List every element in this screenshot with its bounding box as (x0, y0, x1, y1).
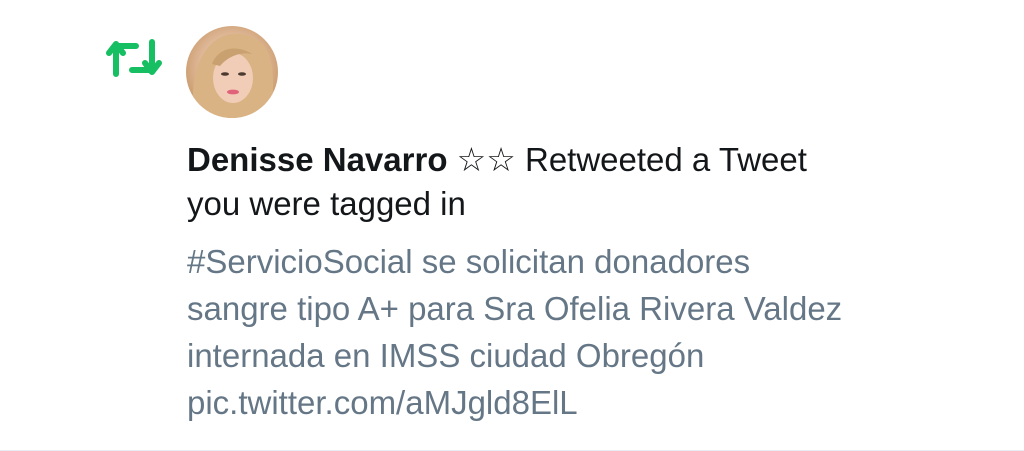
user-badge: ☆☆ (456, 141, 516, 178)
tweet-link[interactable]: pic.twitter.com/aMJgld8ElL (187, 379, 987, 426)
notification-content: Denisse Navarro ☆☆ Retweeted a Tweet you… (187, 138, 987, 426)
action-text-continued: you were tagged in (187, 185, 466, 222)
tweet-text-line: #ServicioSocial se solicitan donadores (187, 243, 751, 280)
retweet-notification[interactable]: Denisse Navarro ☆☆ Retweeted a Tweet you… (0, 0, 1024, 451)
tweet-text-line: internada en IMSS ciudad Obregón (187, 337, 705, 374)
tweet-text-line: sangre tipo A+ para Sra Ofelia Rivera Va… (187, 290, 843, 327)
user-name[interactable]: Denisse Navarro (187, 141, 447, 178)
avatar[interactable] (186, 26, 278, 118)
tweet-text[interactable]: #ServicioSocial se solicitan donadores s… (187, 238, 987, 426)
notification-headline: Denisse Navarro ☆☆ Retweeted a Tweet you… (187, 138, 987, 226)
action-text: Retweeted a Tweet (525, 141, 807, 178)
retweet-icon (106, 36, 162, 80)
